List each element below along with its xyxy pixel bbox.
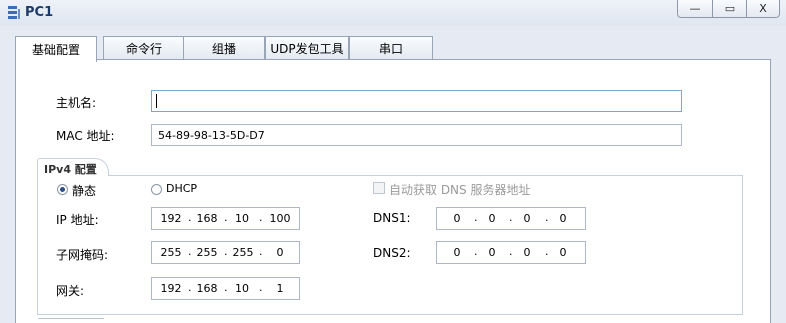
minimize-button[interactable]: — (677, 0, 713, 18)
maximize-button[interactable]: ▭ (712, 0, 748, 18)
title-bar[interactable]: PC1 — ▭ X (0, 0, 786, 26)
network-pc-icon (8, 6, 20, 19)
window-title: PC1 (25, 5, 54, 20)
minimize-icon: — (689, 2, 701, 15)
mask-label: 子网掩码: (56, 248, 109, 262)
close-button[interactable]: X (746, 0, 780, 18)
auto-dns-checkbox[interactable] (373, 182, 385, 194)
auto-dns-label: 自动获取 DNS 服务器地址 (389, 183, 531, 197)
dns1-label: DNS1: (373, 211, 411, 225)
close-icon: X (759, 2, 767, 15)
dns2-label: DNS2: (373, 246, 411, 260)
static-label: 静态 (72, 184, 97, 198)
gateway-label: 网关: (56, 284, 85, 298)
gateway-input[interactable]: 192. 168. 10. 1 (151, 277, 300, 300)
mac-address-field[interactable]: 54-89-98-13-5D-D7 (151, 124, 682, 146)
ip-label: IP 地址: (56, 213, 99, 227)
dhcp-radio[interactable] (151, 184, 162, 195)
tab-serial[interactable]: 串口 (349, 36, 433, 60)
ip-address-input[interactable]: 192. 168. 10. 100 (151, 207, 300, 230)
next-group-edge (38, 318, 104, 323)
hostname-input[interactable] (151, 90, 682, 112)
dhcp-label: DHCP (166, 182, 198, 195)
maximize-icon: ▭ (724, 2, 736, 15)
dns2-input[interactable]: 0. 0. 0. 0 (436, 241, 586, 264)
dns1-input[interactable]: 0. 0. 0. 0 (436, 207, 586, 230)
tab-udp-tool[interactable]: UDP发包工具 (265, 36, 349, 60)
pc-config-window: PC1 — ▭ X 基础配置 命令行 组播 UDP发包工具 串口 主机名: MA… (0, 0, 786, 323)
hostname-label: 主机名: (56, 96, 97, 110)
static-radio[interactable] (57, 184, 68, 195)
subnet-mask-input[interactable]: 255. 255. 255. 0 (151, 241, 300, 264)
tab-command-line[interactable]: 命令行 (103, 36, 185, 60)
ipv4-group-title: IPv4 配置 (44, 163, 97, 176)
tab-basic-config[interactable]: 基础配置 (15, 36, 97, 62)
mac-label: MAC 地址: (56, 129, 115, 143)
text-caret (156, 94, 157, 108)
tab-multicast[interactable]: 组播 (183, 36, 265, 60)
